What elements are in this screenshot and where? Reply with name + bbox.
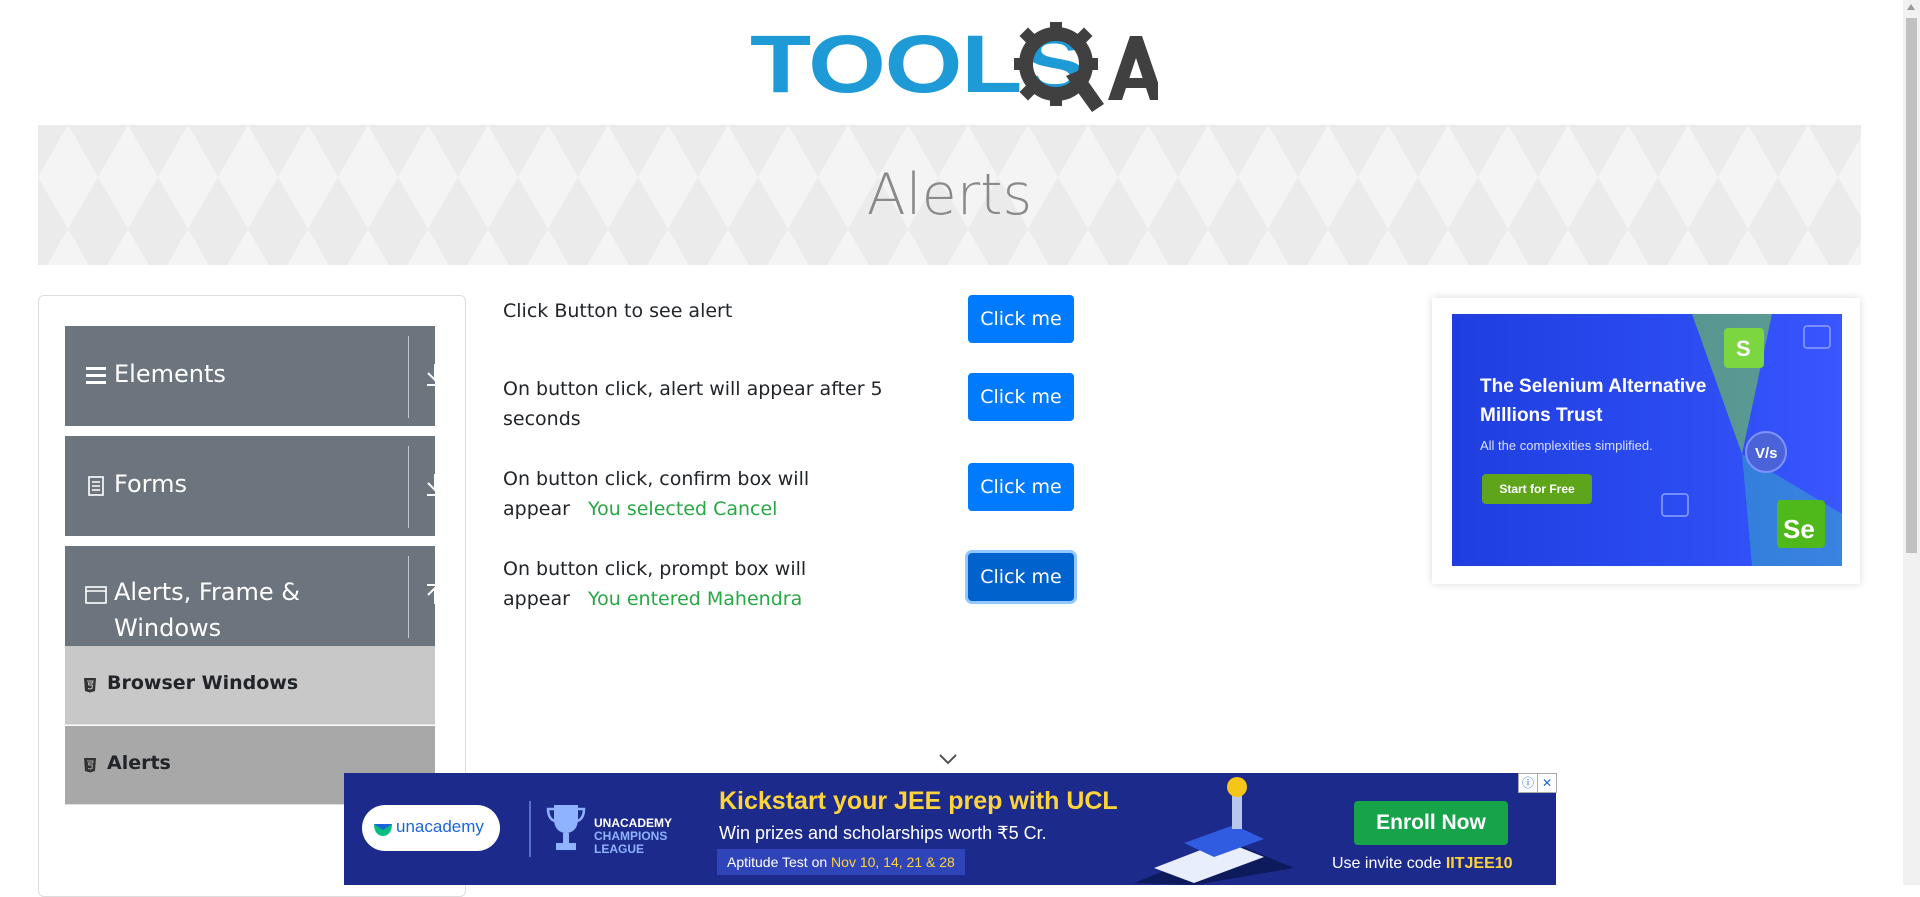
alert-description: On button click, alert will appear after…: [503, 378, 883, 430]
sidebar-group-label: Forms: [114, 470, 187, 498]
invite-code-text: Use invite code IITJEE10: [1332, 855, 1513, 873]
sidebar-group-alerts-frame-windows[interactable]: Alerts, Frame & Windows: [65, 546, 443, 646]
divider: [408, 446, 409, 528]
test-dates: Nov 10, 14, 21 & 28: [831, 854, 955, 870]
document-icon: [85, 476, 107, 498]
confirm-result: You selected Cancel: [588, 498, 778, 520]
hamburger-icon: [85, 364, 107, 386]
page-banner: Alerts: [38, 125, 1861, 265]
enroll-now-button[interactable]: Enroll Now: [1354, 801, 1508, 845]
svg-text:S: S: [1736, 336, 1751, 361]
sidebar-item-browser-windows[interactable]: Browser Windows: [65, 646, 435, 725]
side-ad-subtext: All the complexities simplified.: [1480, 438, 1653, 453]
unacademy-brand: unacademy: [396, 817, 484, 836]
window-icon: [85, 586, 107, 608]
toolsqa-logo[interactable]: TOOLS: [750, 18, 1158, 114]
league-line-3: LEAGUE: [594, 842, 645, 856]
invite-code: IITJEE10: [1445, 855, 1513, 872]
page-title: Alerts: [866, 162, 1033, 228]
confirm-button[interactable]: Click me: [968, 463, 1074, 511]
side-ad-cta-button[interactable]: Start for Free: [1482, 474, 1592, 504]
download-arrow-icon[interactable]: [420, 472, 450, 504]
divider: [529, 801, 531, 857]
html5-icon: [84, 758, 96, 773]
side-ad[interactable]: S V/s Se The Selenium Alternative Millio…: [1432, 298, 1860, 584]
prompt-result: You entered Mahendra: [588, 588, 803, 610]
trophy-icon: [546, 805, 586, 850]
divider: [408, 336, 409, 418]
sidebar-group-label: Alerts, Frame & Windows: [114, 578, 301, 642]
download-arrow-icon[interactable]: [420, 362, 450, 394]
sidebar-group-forms[interactable]: Forms: [65, 436, 443, 536]
side-ad-banner[interactable]: S V/s Se The Selenium Alternative Millio…: [1452, 314, 1842, 566]
alert-button[interactable]: Click me: [968, 295, 1074, 343]
unacademy-logo: unacademy: [362, 805, 500, 851]
scrollbar-thumb[interactable]: [1906, 18, 1917, 553]
alert-description: Click Button to see alert: [503, 300, 733, 322]
bottom-ad-subline: Win prizes and scholarships worth ₹5 Cr.: [719, 823, 1047, 843]
html5-icon: [84, 678, 96, 693]
ad-close-icon[interactable]: ✕: [1537, 773, 1557, 793]
timer-alert-button[interactable]: Click me: [968, 373, 1074, 421]
sidebar-item-label: Alerts: [107, 752, 171, 774]
books-illustration: [1134, 777, 1294, 885]
code-label: Use invite code: [1332, 855, 1442, 872]
divider: [408, 556, 409, 638]
sidebar-group-label: Elements: [114, 360, 226, 388]
gear-q-icon: [1014, 22, 1158, 112]
side-ad-headline: The Selenium Alternative Millions Trust: [1480, 376, 1707, 426]
aptitude-test-dates: Aptitude Test on Nov 10, 14, 21 & 28: [717, 849, 965, 875]
prompt-row-text: On button click, prompt box will appear …: [503, 554, 923, 614]
sidebar-item-label: Browser Windows: [107, 672, 299, 694]
test-label: Aptitude Test on: [727, 854, 828, 870]
unacademy-icon: [374, 824, 392, 836]
svg-text:Se: Se: [1783, 514, 1815, 544]
sidebar-group-elements[interactable]: Elements: [65, 326, 443, 426]
ad-info-icon[interactable]: ⓘ: [1518, 773, 1538, 793]
upload-arrow-icon[interactable]: [420, 582, 450, 614]
prompt-button[interactable]: Click me: [968, 553, 1074, 601]
scroll-up-arrow-icon[interactable]: [1907, 4, 1915, 10]
bottom-ad[interactable]: unacademy UNACADEMY CHAMPIONS LEAGUE Kic…: [344, 773, 1556, 885]
alert-row-text: Click Button to see alert: [503, 296, 923, 326]
ucl-league-label: UNACADEMY CHAMPIONS LEAGUE: [594, 817, 672, 856]
chevron-down-icon[interactable]: [938, 752, 958, 766]
svg-text:V/s: V/s: [1755, 445, 1778, 462]
timer-alert-row-text: On button click, alert will appear after…: [503, 374, 883, 434]
page-scrollbar[interactable]: [1903, 0, 1920, 885]
bottom-ad-headline: Kickstart your JEE prep with UCL: [719, 787, 1118, 815]
confirm-row-text: On button click, confirm box will appear…: [503, 464, 923, 524]
